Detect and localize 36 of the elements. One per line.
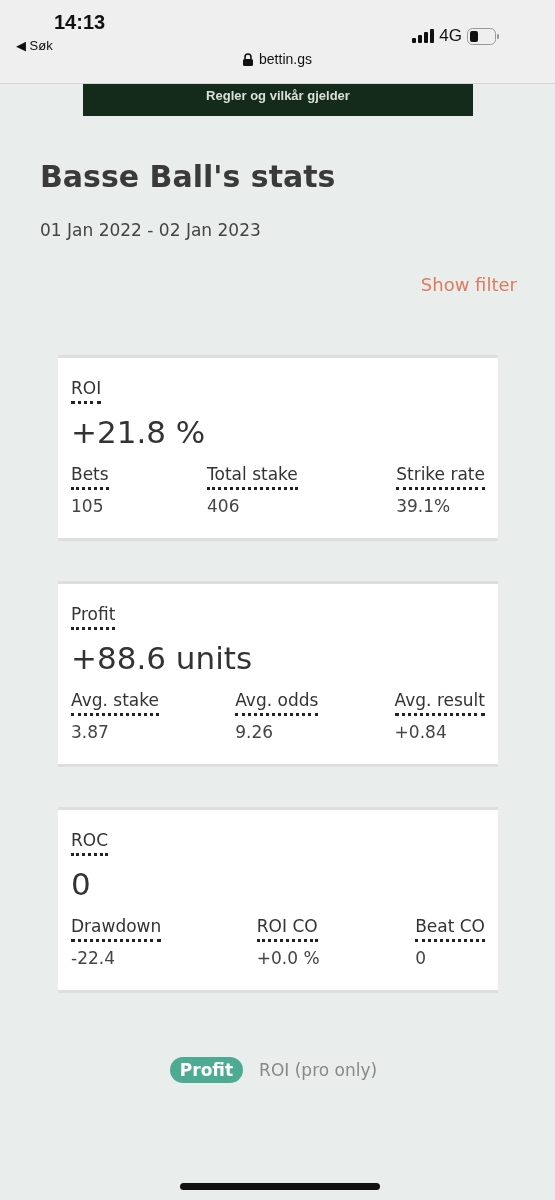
clock-time: 14:13 [54, 10, 106, 34]
banner-text: Regler og vilkår gjelder [206, 88, 350, 103]
page-title: Basse Ball's stats [40, 158, 337, 196]
stat-label: Drawdown [71, 916, 162, 942]
stat-label: ROI CO [256, 916, 318, 942]
date-range: 01 Jan 2022 - 02 Jan 2023 [40, 220, 262, 240]
stat-value: -22.4 [71, 948, 116, 968]
stat-label: Total stake [207, 464, 298, 490]
stat-label: ROC [71, 830, 109, 856]
stat-value: 0 [415, 948, 427, 968]
stat-value: 0 [71, 866, 92, 902]
stat-value: 9.26 [235, 722, 275, 742]
battery-icon [467, 27, 499, 45]
stat-label: Avg. stake [71, 690, 159, 716]
stat-label: ROI [71, 378, 102, 404]
stat-label: Beat CO [415, 916, 485, 942]
stat-value: +88.6 units [71, 640, 254, 676]
stat-value: 406 [207, 496, 241, 516]
banner[interactable]: Regler og vilkår gjelder [83, 84, 473, 116]
stat-value: +21.8 % [71, 414, 207, 450]
stat-label: Strike rate [396, 464, 485, 490]
stat-value: +0.0 % [256, 948, 320, 968]
address-url[interactable]: bettin.gs [259, 51, 312, 67]
lock-icon [243, 52, 254, 66]
home-indicator[interactable] [180, 1183, 380, 1190]
stat-value: 105 [71, 496, 105, 516]
stat-value: 3.87 [71, 722, 110, 742]
stat-label: Avg. odds [235, 690, 319, 716]
stat-label: Bets [71, 464, 109, 490]
signal-icon [412, 29, 435, 43]
back-link[interactable]: ◀ Søk [16, 38, 106, 53]
stat-value: +0.84 [394, 722, 448, 742]
stat-value: 39.1% [396, 496, 452, 516]
network-label: 4G [439, 26, 462, 46]
stat-label: Avg. result [394, 690, 485, 716]
stat-label: Profit [71, 604, 116, 630]
